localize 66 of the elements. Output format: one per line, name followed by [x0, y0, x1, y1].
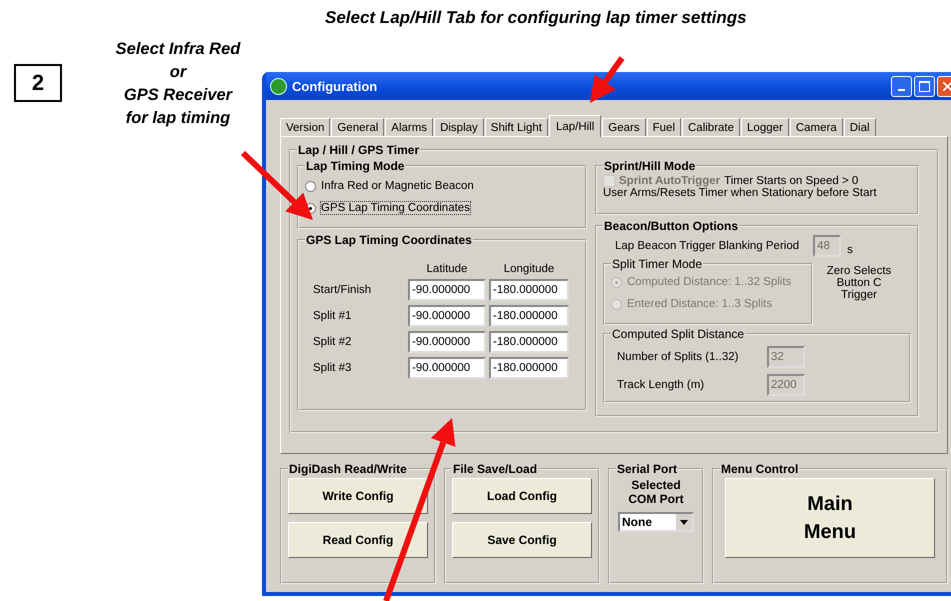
- note-text: User Arms/Resets Timer when Stationary before Start: [603, 187, 878, 199]
- tab[interactable]: Fuel: [646, 118, 681, 136]
- tab[interactable]: Display: [434, 118, 484, 136]
- field-label: Selected COM Port: [627, 478, 685, 506]
- maximize-button[interactable]: [914, 76, 935, 96]
- note-text: Zero Selects Button C Trigger: [826, 265, 892, 301]
- push-button[interactable]: Read Config: [288, 522, 428, 558]
- push-button[interactable]: Load Config: [452, 478, 592, 514]
- field-label: Number of Splits (1..32): [617, 351, 740, 363]
- input-field[interactable]: -180.000000: [489, 305, 569, 327]
- main-menu-button[interactable]: Main Menu: [725, 478, 935, 558]
- group-title: Menu Control: [720, 462, 800, 476]
- input-field[interactable]: -90.000000: [408, 305, 486, 327]
- push-button[interactable]: Write Config: [288, 478, 428, 514]
- group-title: GPS Lap Timing Coordinates: [305, 233, 473, 247]
- radio-button[interactable]: [305, 180, 316, 192]
- group-title: Lap Timing Mode: [305, 159, 406, 173]
- dropdown-value: None: [621, 515, 652, 529]
- tab[interactable]: Logger: [741, 118, 789, 136]
- group-title: Beacon/Button Options: [603, 219, 739, 233]
- row-label: Split #2: [313, 336, 352, 348]
- dropdown[interactable]: None: [618, 512, 694, 532]
- group-title: Sprint/Hill Mode: [603, 159, 696, 173]
- callout-text: GPS Receiver: [124, 85, 232, 106]
- input-field[interactable]: -90.000000: [408, 357, 486, 379]
- callout-text: or: [170, 62, 186, 83]
- group-title: File Save/Load: [452, 462, 538, 476]
- tab[interactable]: Gears: [602, 118, 646, 136]
- tab[interactable]: Dial: [844, 118, 876, 136]
- column-header: Latitude: [426, 263, 468, 275]
- input-field[interactable]: -180.000000: [489, 279, 569, 301]
- input-field[interactable]: -180.000000: [489, 357, 569, 379]
- tab[interactable]: Shift Light: [484, 118, 548, 136]
- callout-text: for lap timing: [126, 108, 230, 129]
- tab[interactable]: General: [331, 118, 384, 136]
- input-field[interactable]: -180.000000: [489, 331, 569, 353]
- push-button[interactable]: Save Config: [452, 522, 592, 558]
- radio-label[interactable]: GPS Lap Timing Coordinates: [321, 202, 470, 214]
- input-field[interactable]: -90.000000: [408, 279, 486, 301]
- group-title: Computed Split Distance: [611, 327, 746, 341]
- group-title: Split Timer Mode: [611, 257, 704, 271]
- minimize-button[interactable]: [891, 76, 912, 96]
- group-title: Serial Port: [616, 462, 678, 476]
- tab[interactable]: Calibrate: [682, 118, 740, 136]
- field-label: Lap Beacon Trigger Blanking Period: [615, 240, 800, 252]
- note-text: Timer Starts on Speed > 0: [724, 175, 858, 187]
- arrow: [590, 56, 624, 103]
- logo-icon: [270, 78, 287, 94]
- callout-text: Select Lap/Hill Tab for configuring lap timer settings: [325, 8, 747, 28]
- group-title: Lap / Hill / GPS Timer: [297, 143, 420, 157]
- row-label: Start/Finish: [313, 284, 372, 296]
- group-title: DigiDash Read/Write: [288, 462, 408, 476]
- tab[interactable]: Alarms: [385, 118, 434, 136]
- radio-label[interactable]: Infra Red or Magnetic Beacon: [321, 180, 474, 192]
- input-field[interactable]: -90.000000: [408, 331, 486, 353]
- callout-text: Select Infra Red: [116, 39, 240, 60]
- tab[interactable]: Version: [280, 118, 330, 136]
- window-title: Configuration: [292, 78, 378, 94]
- step-number: 2: [14, 64, 62, 102]
- field-label: Track Length (m): [617, 379, 706, 391]
- unit-label: s: [847, 244, 853, 256]
- column-header: Longitude: [502, 263, 556, 275]
- row-label: Split #1: [313, 310, 352, 322]
- row-label: Split #3: [313, 362, 352, 374]
- tab[interactable]: Lap/Hill: [548, 115, 602, 137]
- tab[interactable]: Camera: [790, 118, 843, 136]
